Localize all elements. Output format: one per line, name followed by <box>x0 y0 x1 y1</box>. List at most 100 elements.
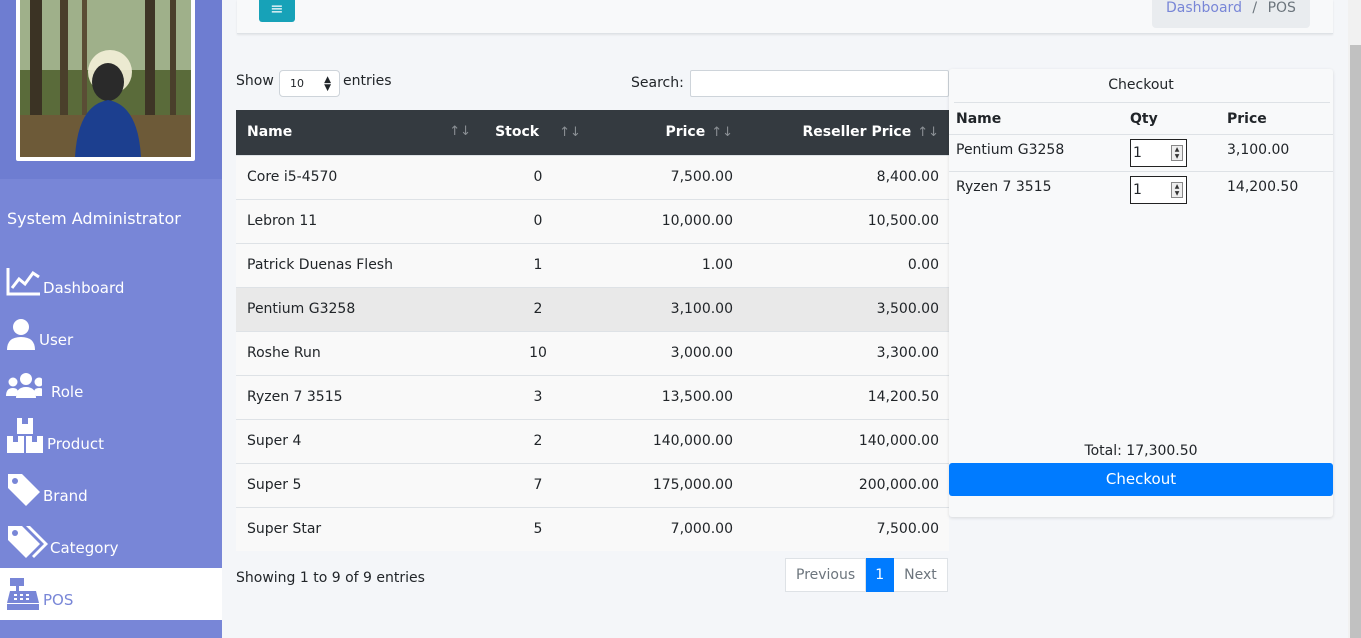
cash-register-icon <box>7 578 39 610</box>
spinner-arrows-icon[interactable]: ▲ ▼ <box>1171 145 1183 161</box>
cell-price: 175,000.00 <box>593 462 743 507</box>
sidebar-item-label: User <box>39 331 74 349</box>
product-table: Name ↑↓ Stock ↑↓ Price ↑↓ Reseller Price ↑↓ … <box>236 110 949 551</box>
cell-stock: 10 <box>483 330 593 375</box>
sort-icon: ↑↓ <box>711 125 733 141</box>
cart-item-price: 14,200.50 <box>1227 179 1299 195</box>
cell-reseller-price: 3,500.00 <box>743 286 949 331</box>
table-row[interactable]: Core i5-4570 0 7,500.00 8,400.00 <box>236 154 949 199</box>
cell-reseller-price: 0.00 <box>743 242 949 287</box>
cell-name: Patrick Duenas Flesh <box>236 242 483 287</box>
column-header-stock[interactable]: Stock ↑↓ <box>483 110 593 155</box>
sidebar-item-dashboard[interactable]: Dashboard <box>0 262 222 314</box>
sort-icon: ↑↓ <box>917 125 939 141</box>
sidebar-item-role[interactable]: Role <box>0 366 222 418</box>
cell-name: Super Star <box>236 506 483 551</box>
next-page-button[interactable]: Next <box>894 558 948 592</box>
cell-reseller-price: 140,000.00 <box>743 418 949 463</box>
cart-item-name: Ryzen 7 3515 <box>956 179 1052 195</box>
user-icon <box>7 319 35 350</box>
entries-label: entries <box>343 73 392 89</box>
previous-page-button[interactable]: Previous <box>785 558 867 592</box>
table-row[interactable]: Roshe Run 10 3,000.00 3,300.00 <box>236 330 949 375</box>
cell-reseller-price: 14,200.50 <box>743 374 949 419</box>
topbar: ≡ Dashboard / POS <box>237 0 1333 34</box>
sidebar-item-label: Dashboard <box>43 279 125 297</box>
cell-reseller-price: 8,400.00 <box>743 154 949 199</box>
sidebar-item-product[interactable]: Product <box>0 418 222 470</box>
scrollbar-thumb[interactable] <box>1350 45 1361 638</box>
cell-price: 3,100.00 <box>593 286 743 331</box>
table-row[interactable]: Super Star 5 7,000.00 7,500.00 <box>236 506 949 551</box>
cell-stock: 2 <box>483 418 593 463</box>
cell-name: Roshe Run <box>236 330 483 375</box>
avatar-area <box>0 0 222 179</box>
cell-name: Ryzen 7 3515 <box>236 374 483 419</box>
show-label: Show <box>236 73 274 89</box>
sidebar-item-label: Brand <box>43 487 88 505</box>
sidebar-item-category[interactable]: Category <box>0 522 222 574</box>
checkout-title: Checkout <box>1108 77 1174 93</box>
sidebar-item-label: Category <box>50 539 119 557</box>
cell-stock: 5 <box>483 506 593 551</box>
table-row[interactable]: Lebron 11 0 10,000.00 10,500.00 <box>236 198 949 243</box>
quantity-stepper[interactable]: 1 ▲ ▼ <box>1130 176 1187 204</box>
cart-column-qty: Qty <box>1130 111 1158 127</box>
pagination: Previous 1 Next <box>785 558 948 592</box>
cell-price: 7,000.00 <box>593 506 743 551</box>
entries-length-select[interactable]: 10 ▲ ▼ <box>279 70 340 97</box>
quantity-value: 1 <box>1133 182 1142 198</box>
cell-name: Core i5-4570 <box>236 154 483 199</box>
cart-item: Pentium G3258 1 ▲ ▼ 3,100.00 <box>949 134 1333 171</box>
cart-item-name: Pentium G3258 <box>956 142 1065 158</box>
cell-name: Super 5 <box>236 462 483 507</box>
table-row[interactable]: Super 4 2 140,000.00 140,000.00 <box>236 418 949 463</box>
cell-stock: 3 <box>483 374 593 419</box>
column-header-price[interactable]: Price ↑↓ <box>593 110 743 155</box>
cell-reseller-price: 7,500.00 <box>743 506 949 551</box>
sort-icon: ↑↓ <box>449 124 471 140</box>
cell-price: 3,000.00 <box>593 330 743 375</box>
page-1-button[interactable]: 1 <box>866 558 895 592</box>
column-header-name[interactable]: Name ↑↓ <box>236 110 483 155</box>
checkout-panel: Checkout Name Qty Price Pentium G3258 1 … <box>949 69 1333 517</box>
breadcrumb: Dashboard / POS <box>1152 0 1310 28</box>
checkout-button[interactable]: Checkout <box>949 463 1333 496</box>
spinner-arrows-icon[interactable]: ▲ ▼ <box>1171 182 1183 198</box>
breadcrumb-dashboard-link[interactable]: Dashboard <box>1166 0 1242 16</box>
tag-icon <box>8 474 40 506</box>
sidebar-item-label: POS <box>43 591 74 609</box>
quantity-stepper[interactable]: 1 ▲ ▼ <box>1130 139 1187 167</box>
sidebar-item-label: Role <box>51 383 84 401</box>
cell-price: 140,000.00 <box>593 418 743 463</box>
divider <box>954 102 1330 103</box>
column-header-reseller-price[interactable]: Reseller Price ↑↓ <box>743 110 949 155</box>
users-icon <box>6 373 42 398</box>
tags-icon <box>8 526 48 558</box>
table-row[interactable]: Pentium G3258 2 3,100.00 3,500.00 <box>236 286 949 331</box>
table-info: Showing 1 to 9 of 9 entries <box>236 570 425 586</box>
cell-stock: 2 <box>483 286 593 331</box>
sidebar-item-pos[interactable]: POS <box>0 568 222 620</box>
menu-toggle-button[interactable]: ≡ <box>259 0 295 22</box>
breadcrumb-separator: / <box>1252 0 1258 16</box>
sidebar-item-brand[interactable]: Brand <box>0 470 222 522</box>
table-header-row: Name ↑↓ Stock ↑↓ Price ↑↓ Reseller Price ↑↓ <box>236 110 949 155</box>
table-row[interactable]: Super 5 7 175,000.00 200,000.00 <box>236 462 949 507</box>
table-row[interactable]: Patrick Duenas Flesh 1 1.00 0.00 <box>236 242 949 287</box>
cart-column-price: Price <box>1227 111 1267 127</box>
cell-price: 13,500.00 <box>593 374 743 419</box>
avatar <box>16 0 195 161</box>
quantity-value: 1 <box>1133 145 1142 161</box>
search-input[interactable] <box>690 70 949 97</box>
cart-column-name: Name <box>956 111 1002 127</box>
avatar-photo <box>20 0 191 157</box>
sidebar-item-label: Product <box>47 435 104 453</box>
cell-stock: 1 <box>483 242 593 287</box>
hamburger-icon: ≡ <box>270 0 284 18</box>
user-name: System Administrator <box>7 209 181 228</box>
cell-stock: 7 <box>483 462 593 507</box>
cart-item: Ryzen 7 3515 1 ▲ ▼ 14,200.50 <box>949 171 1333 208</box>
sidebar-item-user[interactable]: User <box>0 314 222 366</box>
table-row[interactable]: Ryzen 7 3515 3 13,500.00 14,200.50 <box>236 374 949 419</box>
